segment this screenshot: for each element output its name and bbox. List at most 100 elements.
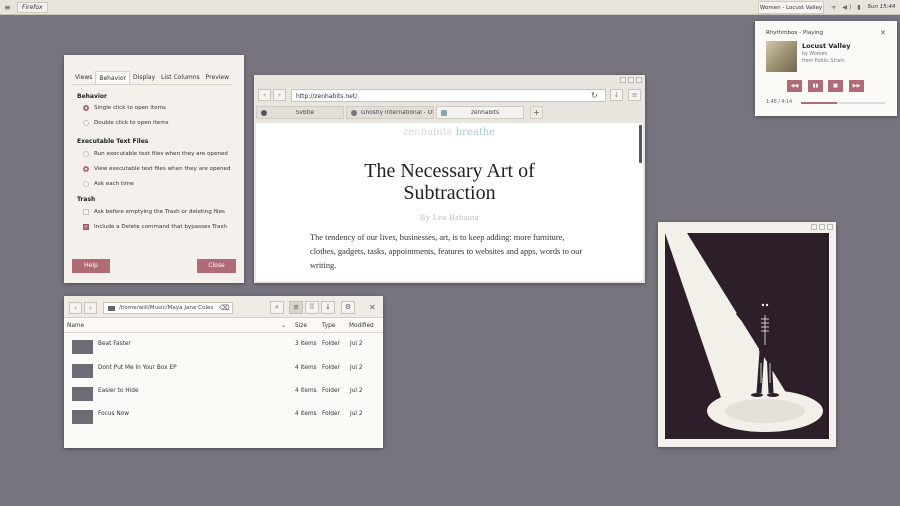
logo-zenhabits: zenhabits (403, 127, 452, 138)
checkbox-checked-icon[interactable]: ✓ (83, 224, 89, 230)
maximize-icon[interactable] (628, 77, 634, 83)
tab-display[interactable]: Display (130, 71, 158, 84)
option-label: Include a Delete command that bypasses T… (94, 224, 227, 230)
view-executable-option[interactable]: View executable text files when they are… (83, 166, 231, 172)
skeleton-spotlight-image (665, 233, 829, 439)
file-row[interactable]: Dont Put Me In Your Box EP 4 items Folde… (64, 359, 383, 381)
album-cover (766, 41, 797, 72)
executable-heading: Executable Text Files (77, 138, 149, 145)
file-row[interactable]: Easier to Hide 4 items Folder Jul 2 (64, 382, 383, 404)
close-icon[interactable] (636, 77, 642, 83)
tab-behavior[interactable]: Behavior (95, 71, 131, 84)
column-size[interactable]: Size (295, 323, 307, 329)
file-size: 4 items (295, 411, 317, 417)
now-playing-indicator[interactable]: Women - Locust Valley (758, 1, 824, 14)
close-icon[interactable] (827, 224, 833, 230)
clock[interactable]: Sun 15:44 (865, 1, 898, 14)
radio-icon[interactable] (83, 151, 89, 157)
reload-icon[interactable]: ↻ (591, 91, 598, 100)
player-header: Rhythmbox - Playing (766, 30, 823, 36)
file-type: Folder (322, 411, 340, 417)
file-type: Folder (322, 341, 340, 347)
next-icon[interactable]: ▶▶ (849, 80, 864, 92)
search-icon[interactable]: ⌕ (270, 301, 284, 314)
folder-icon (72, 387, 93, 401)
active-app-name[interactable]: Firefox (17, 2, 48, 13)
clear-path-icon[interactable]: ⌫ (219, 304, 229, 312)
tab-list-columns[interactable]: List Columns (158, 71, 203, 84)
column-name[interactable]: Name (67, 323, 84, 329)
stop-icon[interactable]: ■ (828, 80, 843, 92)
download-icon[interactable]: ↓ (610, 89, 623, 101)
web-page: zenhabits breathe The Necessary Art of Su… (256, 123, 643, 281)
grid-view-icon[interactable]: ⠿ (305, 301, 319, 314)
site-logo[interactable]: zenhabits breathe (403, 127, 495, 138)
radio-icon[interactable] (83, 181, 89, 187)
chevron-down-icon[interactable]: ⌄ (281, 323, 286, 329)
minimize-icon[interactable] (811, 224, 817, 230)
file-modified: Jul 2 (350, 411, 363, 417)
playback-time: 1:48 / 4:14 (766, 100, 793, 105)
file-manager-window: ‹ › /home/will/Music/Maya Jane Coles ⌫ ⌕… (64, 296, 383, 448)
file-name: Beat Faster (98, 341, 131, 347)
delete-command-checkbox[interactable]: ✓ Include a Delete command that bypasses … (83, 224, 227, 230)
article-body: The tendency of our lives, businesses, a… (310, 233, 583, 270)
forward-button[interactable]: › (84, 302, 97, 314)
file-name: Focus Now (98, 411, 130, 417)
tab-svbtle[interactable]: Svbtle (256, 106, 344, 119)
download-icon[interactable]: ↓ (321, 301, 335, 314)
menu-icon[interactable]: ≡ (4, 3, 11, 12)
list-view-icon[interactable]: ≡ (289, 301, 303, 314)
svbtle-favicon-icon (261, 109, 267, 116)
file-row[interactable]: Focus Now 4 items Folder Jul 2 (64, 405, 383, 427)
run-executable-option[interactable]: Run executable text files when they are … (83, 151, 228, 157)
progress-bar[interactable] (801, 102, 885, 104)
file-size: 3 items (295, 341, 317, 347)
close-icon[interactable]: ✕ (369, 303, 376, 312)
double-click-option[interactable]: Double click to open items (83, 120, 169, 126)
prefs-tabs: Views Behavior Display List Columns Prev… (72, 71, 233, 85)
option-label: Ask each time (94, 181, 134, 187)
ask-each-time-option[interactable]: Ask each time (83, 181, 134, 187)
artist-name: by Women (802, 52, 828, 57)
file-row[interactable]: Beat Faster 3 items Folder Jul 2 (64, 335, 383, 357)
close-icon[interactable]: ✕ (880, 29, 886, 37)
tab-ghostly[interactable]: Ghostly International - Of... (346, 106, 434, 119)
scrollbar[interactable] (639, 125, 642, 163)
close-button[interactable]: Close (197, 259, 236, 273)
file-modified: Jul 2 (350, 365, 363, 371)
file-name: Dont Put Me In Your Box EP (98, 365, 177, 371)
back-button[interactable]: ‹ (258, 89, 271, 101)
option-label: Ask before emptying the Trash or deletin… (94, 209, 225, 215)
previous-icon[interactable]: ◀◀ (787, 80, 802, 92)
path-bar[interactable]: /home/will/Music/Maya Jane Coles ⌫ (103, 302, 233, 314)
single-click-option[interactable]: Single click to open items (83, 105, 166, 111)
gear-icon[interactable]: ⚙ (341, 301, 355, 314)
ask-before-trash-checkbox[interactable]: Ask before emptying the Trash or deletin… (83, 209, 225, 215)
pause-icon[interactable]: ▮▮ (808, 80, 823, 92)
tab-zenhabits[interactable]: zenhabits (436, 106, 524, 119)
minimize-icon[interactable] (620, 77, 626, 83)
column-modified[interactable]: Modified (349, 323, 374, 329)
help-button[interactable]: Help (72, 259, 110, 273)
hamburger-menu-icon[interactable]: ≡ (628, 89, 641, 101)
tab-views[interactable]: Views (72, 71, 95, 84)
new-tab-button[interactable]: + (530, 106, 543, 119)
checkbox-icon[interactable] (83, 209, 89, 215)
article-title[interactable]: The Necessary Art of Subtraction (326, 160, 573, 204)
image-viewer-window (658, 222, 836, 447)
radio-icon[interactable] (83, 105, 89, 111)
system-tray-icons[interactable]: ᯤ ◀) ▮ (831, 3, 863, 11)
maximize-icon[interactable] (819, 224, 825, 230)
column-type[interactable]: Type (322, 323, 335, 329)
radio-icon[interactable] (83, 120, 89, 126)
url-bar[interactable]: http://zenhabits.net/ (291, 89, 606, 102)
radio-icon[interactable] (83, 166, 89, 172)
back-button[interactable]: ‹ (69, 302, 82, 314)
tab-label: Svbtle (295, 109, 315, 116)
forward-button[interactable]: › (273, 89, 286, 101)
file-manager-toolbar: ‹ › /home/will/Music/Maya Jane Coles ⌫ ⌕… (64, 296, 383, 318)
tab-preview[interactable]: Preview (203, 71, 232, 84)
window-controls (811, 224, 833, 230)
zenhabits-favicon-icon (441, 109, 447, 116)
